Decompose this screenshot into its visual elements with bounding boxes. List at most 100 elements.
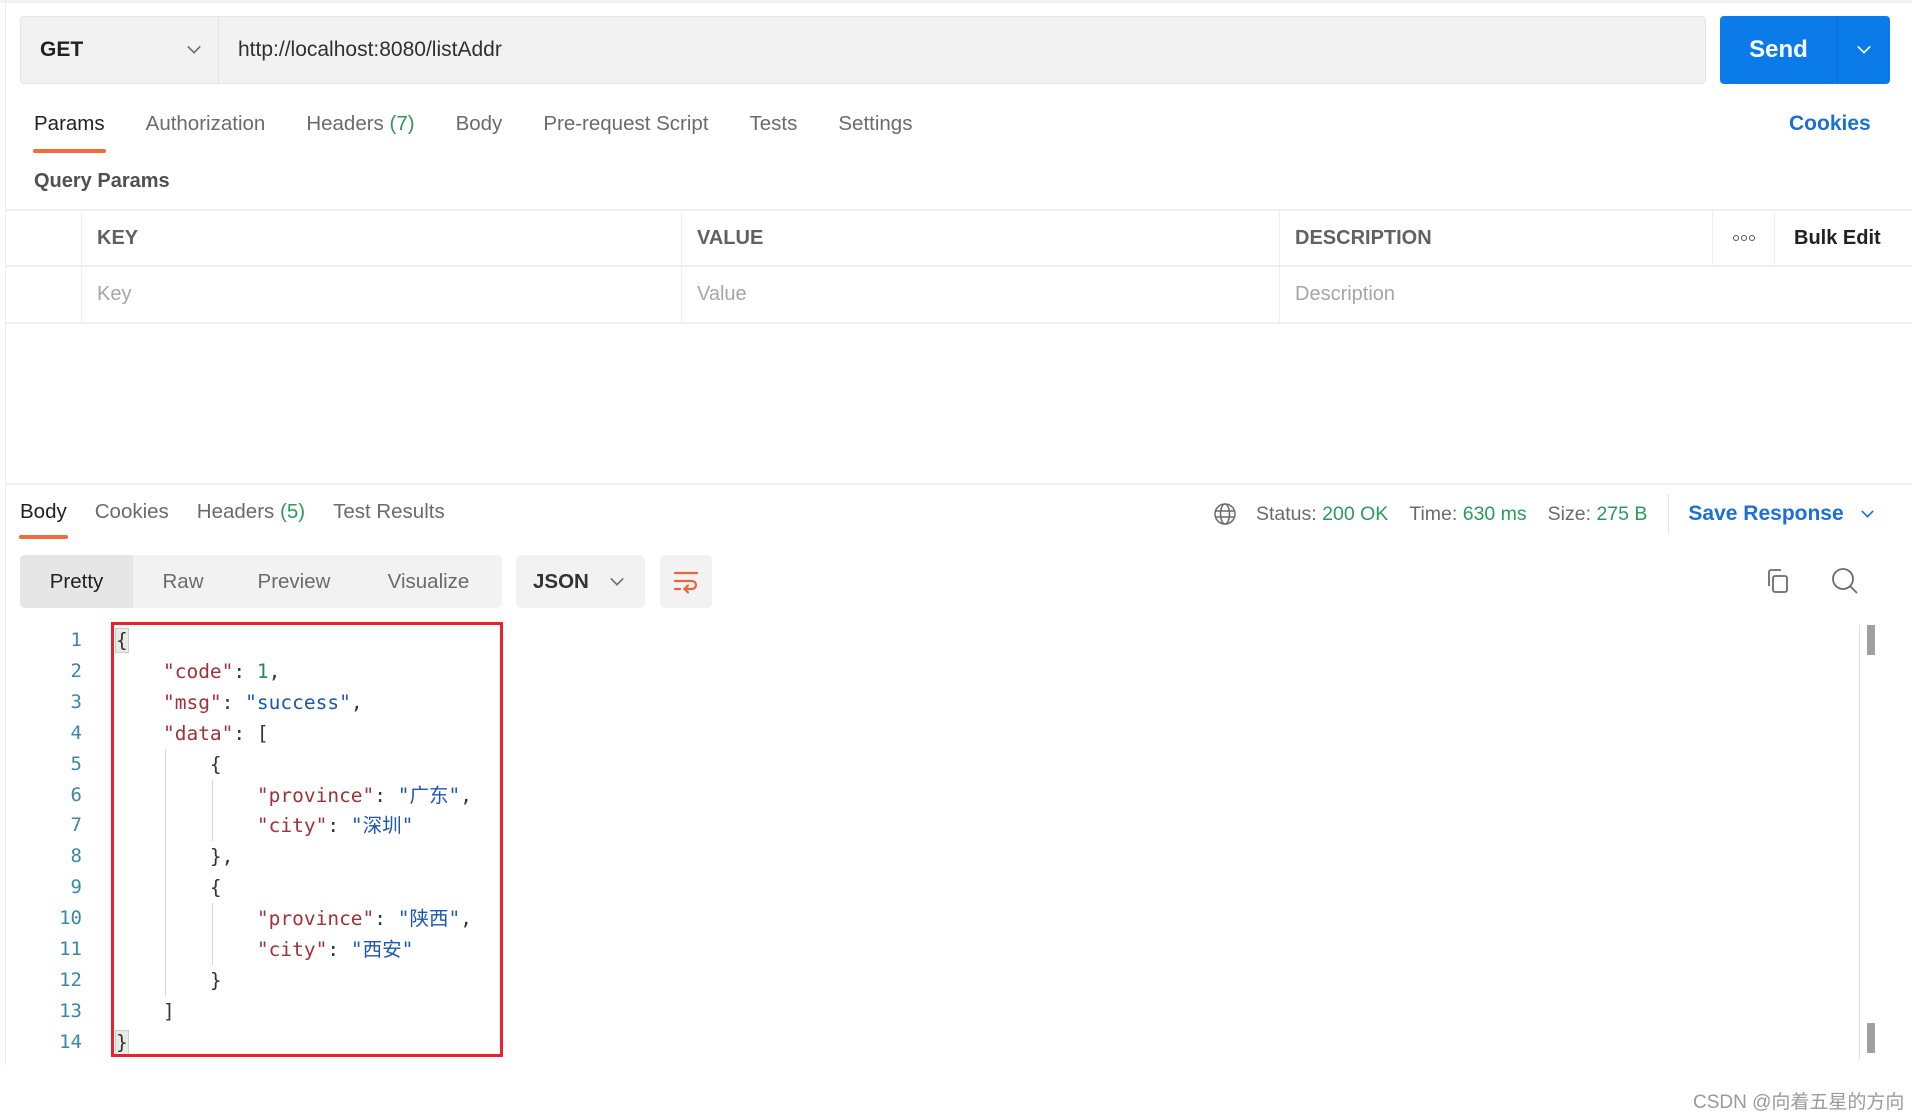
view-mode-segmented-control: Pretty Raw Preview Visualize — [20, 555, 502, 608]
highlight-annotation-box — [111, 622, 503, 1057]
status-readout[interactable]: Status: 200 OK — [1256, 503, 1388, 526]
more-options-icon — [1732, 235, 1755, 241]
request-tab-settings[interactable]: Settings — [838, 112, 912, 152]
time-value: 630 ms — [1462, 502, 1527, 525]
vertical-scrollbar-track[interactable] — [1859, 625, 1860, 1059]
tab-label: Pre-request Script — [543, 112, 709, 135]
view-mode-preview[interactable]: Preview — [233, 555, 355, 608]
value-cell — [682, 267, 1280, 322]
response-meta: Status: 200 OK Time: 630 ms Size: 275 B … — [1213, 494, 1874, 534]
request-tabs: Params Authorization Headers (7) Body Pre-re… — [33, 112, 953, 153]
value-column-header: VALUE — [682, 211, 1280, 265]
description-column-header: DESCRIPTION — [1280, 211, 1713, 265]
tab-label: Settings — [838, 112, 913, 135]
key-cell — [82, 267, 682, 322]
format-select[interactable]: JSON — [516, 555, 645, 608]
line-number: 14 — [59, 1030, 82, 1053]
tab-count-badge: (7) — [389, 112, 415, 135]
key-input[interactable] — [97, 283, 681, 306]
request-tab-authorization[interactable]: Authorization — [146, 112, 266, 152]
key-column-header: KEY — [82, 211, 682, 265]
save-response-button[interactable]: Save Response — [1688, 502, 1874, 526]
time-label: Time: — [1409, 502, 1458, 525]
response-tabs: Body Cookies Headers (5) Test Results — [19, 500, 473, 539]
table-row — [6, 267, 1912, 324]
row-checkbox-cell — [6, 267, 82, 322]
globe-icon[interactable] — [1213, 502, 1237, 526]
chevron-down-icon — [1857, 40, 1871, 54]
meta-separator — [1668, 494, 1670, 534]
send-options-button[interactable] — [1838, 16, 1890, 84]
bulk-edit-button[interactable]: Bulk Edit — [1775, 211, 1912, 265]
time-readout[interactable]: Time: 630 ms — [1409, 503, 1526, 526]
send-button[interactable]: Send — [1720, 16, 1838, 84]
save-response-label: Save Response — [1688, 502, 1844, 525]
copy-icon[interactable] — [1763, 566, 1793, 596]
line-number: 5 — [70, 752, 82, 775]
top-border — [0, 0, 1912, 3]
line-number: 4 — [70, 721, 82, 744]
chevron-down-icon — [1860, 504, 1874, 518]
method-select[interactable]: GET — [21, 17, 219, 83]
size-label: Size: — [1547, 502, 1592, 525]
view-mode-raw[interactable]: Raw — [133, 555, 233, 608]
response-tab-headers[interactable]: Headers (5) — [197, 500, 305, 524]
status-value: 200 OK — [1322, 502, 1389, 525]
tab-label: Headers — [306, 112, 384, 135]
response-tab-cookies[interactable]: Cookies — [95, 500, 169, 524]
line-number: 11 — [59, 938, 82, 960]
value-input[interactable] — [697, 283, 1279, 306]
watermark: CSDN @向着五星的方向 — [1693, 1092, 1905, 1113]
tab-label: Body — [20, 500, 67, 523]
size-value: 275 B — [1596, 502, 1648, 525]
request-tab-tests[interactable]: Tests — [750, 112, 798, 152]
table-header-row: KEY VALUE DESCRIPTION Bulk Edit — [6, 211, 1912, 267]
tab-label: Test Results — [333, 500, 445, 523]
line-number: 7 — [70, 814, 82, 837]
search-icon[interactable] — [1830, 566, 1860, 596]
size-readout[interactable]: Size: 275 B — [1548, 503, 1648, 526]
response-tab-test-results[interactable]: Test Results — [333, 500, 445, 524]
description-input[interactable] — [1295, 283, 1838, 306]
cookies-link[interactable]: Cookies — [1789, 112, 1871, 136]
query-params-table: KEY VALUE DESCRIPTION Bulk Edit — [6, 209, 1912, 324]
line-number: 1 — [70, 629, 82, 651]
status-label: Status: — [1256, 502, 1317, 525]
line-number: 6 — [70, 783, 82, 806]
line-number: 3 — [70, 690, 82, 713]
request-tab-headers[interactable]: Headers (7) — [306, 112, 414, 152]
method-label: GET — [40, 38, 84, 61]
url-input[interactable] — [219, 17, 1705, 83]
request-url-bar: GET — [20, 16, 1706, 84]
line-number: 8 — [70, 845, 82, 868]
query-params-label: Query Params — [34, 170, 170, 192]
wrap-lines-button[interactable] — [660, 555, 712, 608]
request-tab-pre-request-script[interactable]: Pre-request Script — [543, 112, 708, 152]
tab-label: Params — [34, 112, 105, 135]
request-tab-params[interactable]: Params — [33, 112, 106, 153]
view-mode-pretty[interactable]: Pretty — [20, 555, 133, 608]
checkbox-column-header — [6, 211, 82, 265]
line-number: 12 — [59, 968, 82, 991]
line-number: 2 — [70, 659, 82, 682]
scrollbar-thumb-top[interactable] — [1867, 625, 1875, 655]
description-cell — [1280, 267, 1838, 322]
chevron-down-icon — [610, 571, 624, 586]
response-tab-body[interactable]: Body — [19, 500, 68, 539]
tab-label: Body — [455, 112, 503, 135]
format-label: JSON — [533, 569, 589, 593]
send-button-group: Send — [1720, 16, 1890, 84]
pane-divider[interactable] — [6, 483, 1912, 485]
view-mode-visualize[interactable]: Visualize — [355, 555, 502, 608]
scrollbar-thumb-bottom[interactable] — [1867, 1023, 1875, 1053]
tab-count-badge: (5) — [280, 500, 306, 523]
wrap-lines-icon — [673, 571, 699, 594]
tab-label: Authorization — [145, 112, 266, 135]
line-number: 13 — [59, 999, 82, 1022]
column-options-button[interactable] — [1713, 211, 1775, 265]
tab-label: Headers — [196, 500, 275, 523]
tab-label: Tests — [749, 112, 798, 135]
request-tab-body[interactable]: Body — [456, 112, 503, 152]
line-number: 9 — [70, 876, 82, 899]
chevron-down-icon — [187, 40, 201, 54]
